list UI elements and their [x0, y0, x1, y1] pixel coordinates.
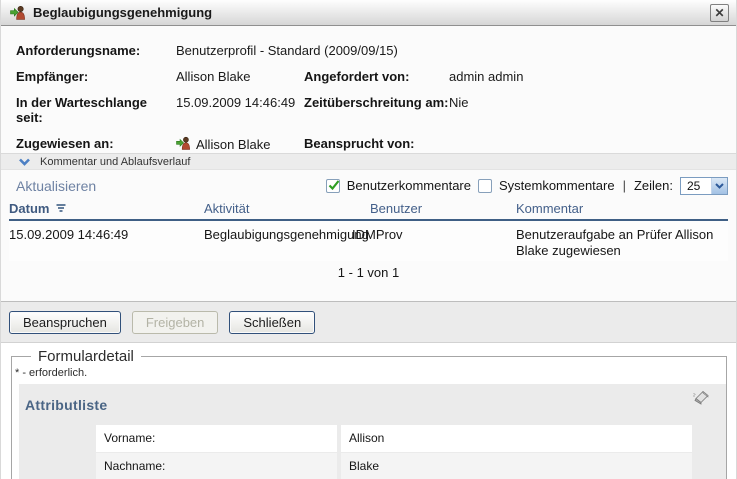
assigned-to-value-wrap: Allison Blake	[176, 136, 304, 153]
user-comments-checkbox[interactable]	[326, 179, 340, 193]
requested-by-value: admin admin	[449, 69, 728, 84]
cell-kommentar: Benutzeraufgabe an Prüfer Allison Blake …	[516, 227, 728, 261]
comment-filter-controls: Benutzerkommentare Systemkommentare | Ze…	[326, 177, 728, 195]
dropdown-arrow-icon[interactable]	[711, 178, 727, 194]
assigned-to-label: Zugewiesen an:	[16, 136, 176, 153]
form-detail-legend: Formulardetail	[31, 348, 141, 365]
close-button[interactable]: ✕	[710, 4, 729, 22]
in-queue-since-value: 15.09.2009 14:46:49	[176, 95, 304, 125]
timeout-at-value: Nie	[449, 95, 728, 125]
column-header-benutzer[interactable]: Benutzer	[352, 201, 516, 216]
request-name-label: Anforderungsname:	[16, 43, 176, 58]
recipient-label: Empfänger:	[16, 69, 176, 84]
close-task-button[interactable]: Schließen	[229, 311, 315, 334]
task-fields: Anforderungsname: Benutzerprofil - Stand…	[1, 26, 736, 153]
column-header-datum[interactable]: Datum	[9, 201, 204, 216]
action-button-bar: Beanspruchen Freigeben Schließen	[1, 302, 736, 343]
rows-label: Zeilen:	[634, 178, 673, 193]
collapse-chevron-icon[interactable]	[18, 153, 31, 171]
rows-select-value: 25	[681, 179, 711, 193]
last-name-value: Blake	[341, 453, 692, 479]
user-comments-label: Benutzerkommentare	[347, 178, 471, 193]
task-user-arrow-icon	[10, 5, 26, 20]
required-note: * - erforderlich.	[15, 367, 726, 379]
last-name-label: Nachname:	[96, 453, 337, 479]
form-detail-section: Formulardetail * - erforderlich. Attribu…	[1, 343, 736, 479]
close-icon: ✕	[714, 7, 724, 19]
request-name-value: Benutzerprofil - Standard (2009/09/15)	[176, 43, 728, 58]
in-queue-since-label: In der Warteschlange seit:	[16, 95, 176, 125]
column-header-kommentar[interactable]: Kommentar	[516, 201, 728, 216]
table-row: 15.09.2009 14:46:49 Beglaubigungsgenehmi…	[9, 221, 728, 261]
system-comments-label: Systemkommentare	[499, 178, 615, 193]
attribute-list-title: Attributliste	[19, 397, 726, 413]
attribute-table: Vorname: Allison Nachname: Blake	[96, 425, 692, 479]
release-button[interactable]: Freigeben	[132, 311, 219, 334]
cell-benutzer: IDMProv	[352, 227, 516, 261]
window-title: Beglaubigungsgenehmigung	[33, 5, 212, 20]
first-name-label: Vorname:	[96, 425, 337, 452]
claimed-by-value	[449, 136, 728, 153]
timeout-at-label: Zeitüberschreitung am:	[304, 95, 449, 125]
column-header-aktivitaet[interactable]: Aktivität	[204, 201, 352, 216]
table-header-row: Datum Aktivität Benutzer Kommentar	[9, 201, 728, 221]
controls-separator: |	[623, 178, 626, 193]
refresh-link[interactable]: Aktualisieren	[16, 178, 96, 194]
column-header-datum-label: Datum	[9, 201, 49, 216]
eraser-icon[interactable]	[692, 388, 711, 410]
comment-history-table: Datum Aktivität Benutzer Kommentar 15.09…	[9, 201, 728, 280]
cell-aktivitaet: Beglaubigungsgenehmigung	[204, 227, 352, 261]
attribute-list-panel: Attributliste Vorname: Allison Nachname:…	[19, 384, 726, 479]
rows-select[interactable]: 25	[680, 177, 728, 195]
task-detail-panel: Anforderungsname: Benutzerprofil - Stand…	[1, 26, 736, 302]
assigned-to-value: Allison Blake	[196, 137, 270, 152]
assigned-user-icon	[176, 136, 191, 153]
sort-icon	[56, 204, 66, 213]
pagination: 1 - 1 von 1	[9, 265, 728, 280]
claim-button[interactable]: Beanspruchen	[9, 311, 121, 334]
check-icon	[327, 178, 341, 192]
window-titlebar: Beglaubigungsgenehmigung ✕	[1, 0, 736, 26]
cell-datum: 15.09.2009 14:46:49	[9, 227, 204, 261]
comments-section-header[interactable]: Kommentar und Ablaufsverlauf	[1, 153, 736, 170]
system-comments-checkbox[interactable]	[478, 179, 492, 193]
task-dialog: Beglaubigungsgenehmigung ✕ Anforderungsn…	[0, 0, 737, 479]
recipient-value: Allison Blake	[176, 69, 304, 84]
first-name-value: Allison	[341, 425, 692, 452]
comments-controls: Aktualisieren Benutzerkommentare Systemk…	[1, 170, 736, 201]
requested-by-label: Angefordert von:	[304, 69, 449, 84]
comments-section-title: Kommentar und Ablaufsverlauf	[40, 156, 190, 168]
claimed-by-label: Beansprucht von:	[304, 136, 449, 153]
form-detail-fieldset: Formulardetail * - erforderlich. Attribu…	[11, 348, 727, 479]
